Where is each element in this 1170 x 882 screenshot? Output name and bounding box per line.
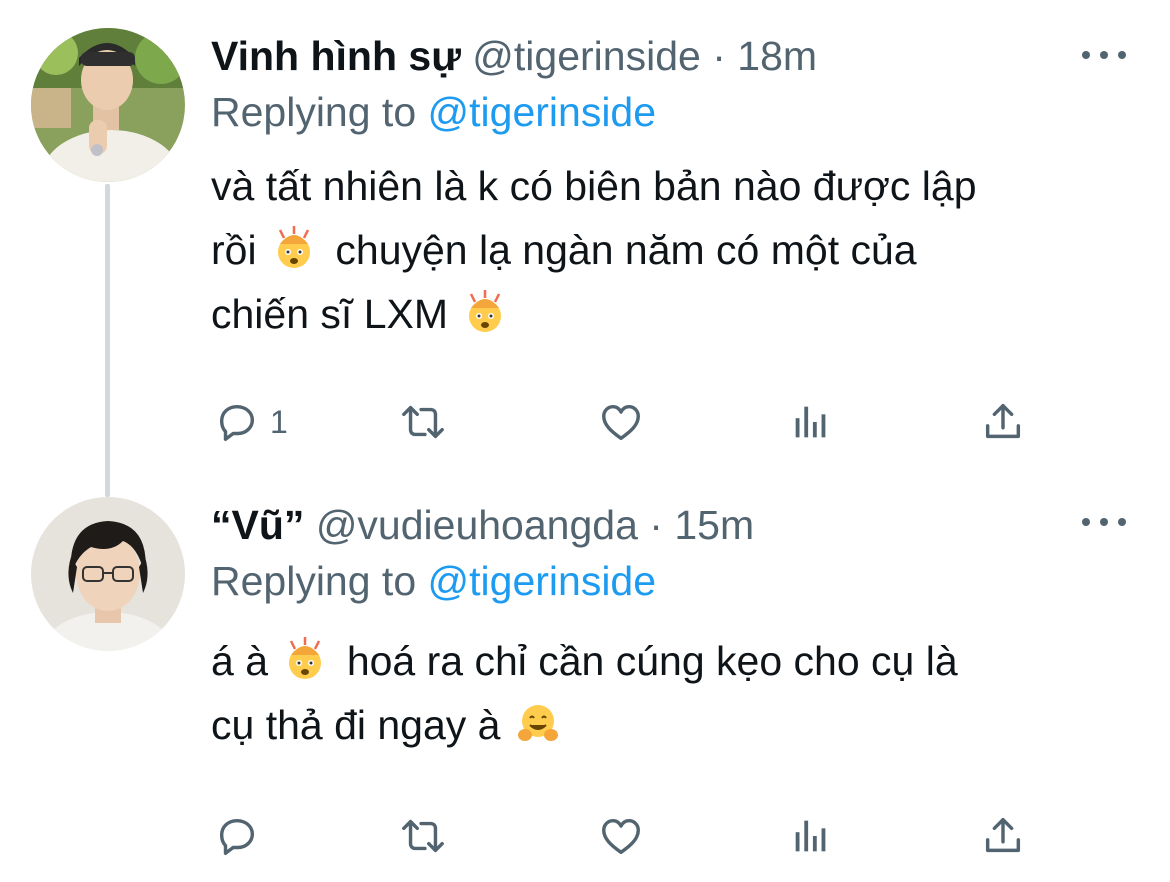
replying-to-line: Replying to @tigerinside bbox=[211, 84, 656, 140]
share-icon bbox=[985, 817, 1021, 853]
tweet-text-segment: rồi bbox=[211, 227, 257, 273]
more-options-button[interactable] bbox=[1082, 40, 1126, 70]
more-icon-dot bbox=[1082, 51, 1090, 59]
tweet-1[interactable]: Vinh hình sự @tigerinside · 18m Replying… bbox=[0, 0, 1170, 497]
author-handle[interactable]: @vudieuhoangda bbox=[316, 502, 638, 548]
tweet-text: và tất nhiên là k có biên bản nào được l… bbox=[211, 154, 1131, 346]
tweet-time[interactable]: 18m bbox=[737, 33, 817, 79]
replying-to-link[interactable]: @tigerinside bbox=[428, 558, 657, 604]
tweet-text-segment: chuyện lạ ngàn năm có một của bbox=[335, 227, 917, 273]
replying-to-line: Replying to @tigerinside bbox=[211, 553, 656, 609]
views-button[interactable] bbox=[788, 396, 834, 448]
exploding-head-emoji-icon bbox=[469, 290, 502, 332]
more-icon-dot bbox=[1118, 518, 1126, 526]
analytics-icon bbox=[795, 820, 826, 852]
tweet-time[interactable]: 15m bbox=[674, 502, 754, 548]
more-icon-dot bbox=[1100, 51, 1108, 59]
more-icon-dot bbox=[1082, 518, 1090, 526]
tweet-text: á à hoá ra chỉ cần cúng kẹo cho cụ là cụ… bbox=[211, 629, 1131, 757]
separator-dot: · bbox=[712, 33, 726, 79]
reply-button[interactable]: 1 bbox=[214, 396, 288, 448]
more-icon-dot bbox=[1118, 51, 1126, 59]
avatar-vinh[interactable] bbox=[31, 28, 185, 182]
tweet-text-segment: cụ thả đi ngay à bbox=[211, 702, 501, 748]
tweet-header: Vinh hình sự @tigerinside · 18m bbox=[211, 26, 1110, 86]
like-button[interactable] bbox=[598, 810, 644, 862]
separator-dot: · bbox=[649, 502, 663, 548]
action-bar bbox=[210, 810, 1050, 862]
retweet-icon bbox=[402, 819, 444, 853]
reply-button[interactable] bbox=[214, 810, 270, 862]
tweet-line: rồi chuyện lạ ngàn năm có một của bbox=[211, 218, 1131, 282]
tweet-line: á à hoá ra chỉ cần cúng kẹo cho cụ là bbox=[211, 629, 1131, 693]
reply-icon bbox=[219, 404, 255, 441]
tweet-2[interactable]: “Vũ” @vudieuhoangda · 15m Replying to @t… bbox=[0, 475, 1170, 882]
more-icon-dot bbox=[1100, 518, 1108, 526]
tweet-line: cụ thả đi ngay à bbox=[211, 693, 1131, 757]
heart-icon bbox=[602, 404, 640, 441]
analytics-icon bbox=[795, 406, 826, 438]
like-button[interactable] bbox=[598, 396, 644, 448]
retweet-icon bbox=[402, 405, 444, 439]
tweet-text-segment: hoá ra chỉ cần cúng kẹo cho cụ là bbox=[346, 638, 958, 684]
tweet-line: và tất nhiên là k có biên bản nào được l… bbox=[211, 163, 977, 209]
retweet-button[interactable] bbox=[400, 810, 446, 862]
views-button[interactable] bbox=[788, 810, 834, 862]
more-options-button[interactable] bbox=[1082, 507, 1126, 537]
exploding-head-emoji-icon bbox=[289, 637, 322, 679]
retweet-button[interactable] bbox=[400, 396, 446, 448]
share-icon bbox=[985, 403, 1021, 439]
avatar-vu[interactable] bbox=[31, 497, 185, 651]
tweet-text-segment: chiến sĩ LXM bbox=[211, 291, 448, 337]
replying-label: Replying to bbox=[211, 558, 417, 604]
author-name[interactable]: “Vũ” bbox=[211, 502, 304, 548]
share-button[interactable] bbox=[980, 810, 1026, 862]
share-button[interactable] bbox=[980, 396, 1026, 448]
reply-icon bbox=[219, 818, 255, 855]
tweet-header: “Vũ” @vudieuhoangda · 15m bbox=[211, 495, 1110, 555]
author-handle[interactable]: @tigerinside bbox=[472, 33, 701, 79]
tweet-line: chiến sĩ LXM bbox=[211, 282, 1131, 346]
heart-icon bbox=[602, 818, 640, 855]
tweet-text-segment: á à bbox=[211, 638, 268, 684]
hugging-face-emoji-icon bbox=[517, 705, 558, 741]
reply-count: 1 bbox=[270, 403, 288, 440]
action-bar: 1 bbox=[210, 396, 1050, 448]
thread-connector-line bbox=[105, 184, 110, 497]
replying-label: Replying to bbox=[211, 89, 417, 135]
exploding-head-emoji-icon bbox=[277, 226, 310, 268]
author-name[interactable]: Vinh hình sự bbox=[211, 33, 461, 79]
replying-to-link[interactable]: @tigerinside bbox=[428, 89, 657, 135]
